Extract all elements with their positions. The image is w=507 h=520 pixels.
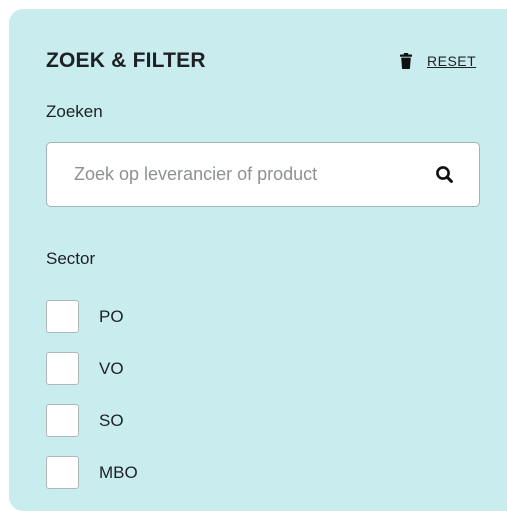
search-icon[interactable] [435, 165, 455, 185]
reset-button[interactable]: RESET [400, 53, 476, 69]
option-label: MBO [99, 462, 138, 482]
option-label: VO [99, 358, 124, 378]
sector-option-po[interactable]: PO [46, 299, 138, 334]
checkbox[interactable] [46, 404, 79, 437]
option-label: PO [99, 306, 124, 326]
option-label: SO [99, 410, 124, 430]
filter-panel: ZOEK & FILTER RESET Zoeken Sector PO [9, 9, 507, 511]
panel-title: ZOEK & FILTER [46, 49, 206, 72]
sector-option-mbo[interactable]: MBO [46, 455, 138, 490]
checkbox[interactable] [46, 300, 79, 333]
search-section-label: Zoeken [46, 102, 103, 121]
sector-option-vo[interactable]: VO [46, 351, 138, 386]
sector-option-so[interactable]: SO [46, 403, 138, 438]
search-input[interactable] [47, 143, 417, 206]
sector-options: PO VO SO MBO [46, 299, 138, 507]
reset-label: RESET [427, 53, 477, 69]
search-box [46, 142, 480, 207]
trash-icon [400, 53, 412, 69]
checkbox[interactable] [46, 352, 79, 385]
sector-label: Sector [46, 249, 96, 268]
checkbox[interactable] [46, 456, 79, 489]
